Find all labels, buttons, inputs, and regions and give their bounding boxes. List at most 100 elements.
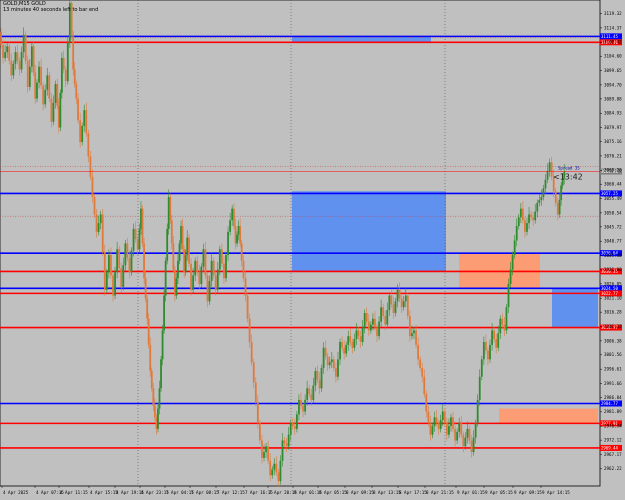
y-tick-label-4: 3104.60 bbox=[604, 54, 622, 59]
candle-body-214 bbox=[413, 330, 415, 334]
candle-body-3 bbox=[4, 52, 7, 58]
price-chart[interactable]: 3111.453109.403057.253036.643030.353024.… bbox=[0, 0, 625, 500]
candle-body-67 bbox=[130, 250, 133, 273]
candle-body-27 bbox=[52, 102, 55, 122]
resistance-tag-text-1: 3111.45 bbox=[601, 34, 618, 39]
candle-body-268 bbox=[524, 220, 526, 232]
candle-body-170 bbox=[322, 347, 325, 369]
y-tick-label-20: 3026.05 bbox=[604, 281, 622, 286]
candle-body-49 bbox=[93, 197, 96, 215]
candle-body-207 bbox=[398, 289, 401, 299]
candle-body-84 bbox=[158, 388, 161, 409]
candle-body-243 bbox=[472, 437, 475, 453]
candle-body-276 bbox=[540, 197, 543, 200]
candle-body-175 bbox=[332, 359, 335, 369]
candle-body-103 bbox=[188, 237, 190, 264]
candle-body-134 bbox=[248, 318, 251, 342]
candle-body-208 bbox=[400, 298, 403, 308]
candle-body-68 bbox=[132, 228, 135, 251]
candle-body-233 bbox=[452, 417, 454, 429]
x-tick-label-17: 8 Apr 21:15 bbox=[426, 490, 454, 495]
candle-body-234 bbox=[454, 428, 456, 441]
candle-body-266 bbox=[519, 208, 522, 218]
candle-body-41 bbox=[77, 98, 79, 121]
candle-body-209 bbox=[402, 301, 405, 308]
candle-body-19 bbox=[36, 82, 38, 99]
candle-body-85 bbox=[160, 359, 162, 389]
candle-body-24 bbox=[46, 75, 49, 90]
candle-body-75 bbox=[144, 278, 147, 299]
candle-body-269 bbox=[526, 223, 528, 232]
candle-body-246 bbox=[478, 376, 481, 400]
candle-body-253 bbox=[493, 330, 496, 340]
y-tick-label-2: 3114.37 bbox=[604, 25, 622, 30]
candle-body-79 bbox=[150, 370, 153, 389]
candle-body-274 bbox=[536, 202, 539, 212]
candle-body-183 bbox=[349, 336, 352, 342]
candle-body-88 bbox=[164, 260, 167, 296]
candle-body-97 bbox=[178, 243, 181, 261]
candle-body-249 bbox=[485, 341, 487, 351]
candle-body-74 bbox=[143, 243, 145, 279]
candle-body-22 bbox=[42, 85, 45, 105]
candle-body-63 bbox=[122, 265, 125, 287]
candle-body-109 bbox=[200, 266, 203, 285]
y-tick-label-26: 2996.61 bbox=[604, 367, 622, 372]
candle-body-112 bbox=[206, 275, 209, 302]
candle-body-45 bbox=[85, 110, 88, 134]
candle-body-50 bbox=[95, 214, 98, 232]
y-tick-label-32: 2967.17 bbox=[604, 452, 622, 457]
x-tick-label-18: 9 Apr 01:15 bbox=[457, 490, 485, 495]
candle-body-155 bbox=[291, 423, 294, 427]
candle-body-258 bbox=[503, 324, 506, 331]
chart-window[interactable]: 3111.45 3109.40 3057.25 3036.64 3030.35 3024.… bbox=[0, 0, 625, 500]
candle-body-137 bbox=[254, 382, 257, 403]
candle-body-156 bbox=[293, 426, 296, 429]
candle-body-227 bbox=[439, 420, 442, 429]
x-tick-label-6: 4 Apr 23:15 bbox=[141, 490, 169, 495]
candle-body-232 bbox=[450, 417, 452, 427]
x-tick-label-9: 7 Apr 12:15 bbox=[217, 490, 245, 495]
x-tick-label-21: 9 Apr 14:15 bbox=[542, 490, 570, 495]
candle-body-193 bbox=[369, 324, 372, 331]
candle-body-201 bbox=[386, 310, 389, 325]
candle-body-55 bbox=[105, 272, 108, 290]
candle-body-118 bbox=[218, 249, 221, 270]
candle-body-47 bbox=[89, 156, 92, 177]
candle-body-62 bbox=[120, 268, 123, 287]
x-tick-label-5: 4 Apr 19:15 bbox=[116, 490, 144, 495]
candle-body-7 bbox=[12, 63, 15, 76]
candle-body-157 bbox=[295, 414, 298, 429]
candle-body-280 bbox=[548, 162, 551, 171]
candle-body-135 bbox=[250, 341, 253, 363]
candle-body-164 bbox=[310, 394, 313, 400]
candle-body-110 bbox=[202, 249, 205, 267]
candle-body-31 bbox=[59, 92, 62, 128]
candle-body-229 bbox=[443, 411, 446, 424]
candle-body-91 bbox=[169, 197, 172, 221]
candle-body-244 bbox=[474, 423, 477, 438]
candle-body-71 bbox=[138, 228, 141, 250]
candle-body-172 bbox=[326, 356, 329, 366]
candle-body-192 bbox=[367, 321, 370, 331]
candle-body-4 bbox=[6, 46, 9, 53]
y-tick-label-18: 3035.82 bbox=[604, 253, 622, 258]
candle-body-126 bbox=[234, 226, 237, 244]
candle-body-236 bbox=[458, 423, 461, 432]
candle-body-80 bbox=[152, 388, 155, 406]
candle-body-218 bbox=[421, 368, 424, 377]
candle-body-64 bbox=[124, 243, 127, 266]
candle-body-58 bbox=[112, 275, 114, 296]
candle-body-191 bbox=[365, 312, 368, 322]
candle-body-145 bbox=[271, 469, 274, 476]
candle-body-81 bbox=[153, 405, 156, 418]
candle-body-119 bbox=[220, 249, 223, 264]
candle-body-61 bbox=[118, 249, 121, 269]
candle-body-247 bbox=[480, 359, 483, 377]
candle-body-44 bbox=[83, 110, 86, 127]
candle-body-275 bbox=[538, 199, 541, 203]
candle-body-190 bbox=[363, 312, 366, 328]
candle-body-225 bbox=[435, 417, 438, 424]
support-tag-text-11: 2969.44 bbox=[601, 445, 618, 450]
candle-body-20 bbox=[38, 66, 40, 83]
